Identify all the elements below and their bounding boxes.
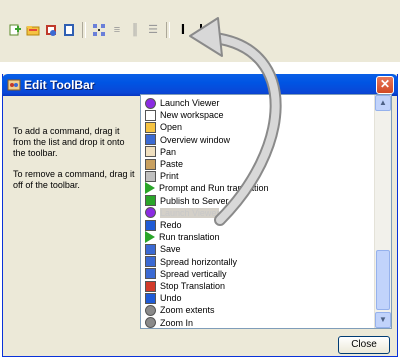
zoom-icon[interactable]	[92, 23, 106, 37]
list-item[interactable]: New workspace	[145, 109, 224, 121]
close-button[interactable]: Close	[338, 336, 390, 354]
list-item-label: New workspace	[160, 110, 224, 121]
scroll-thumb[interactable]	[376, 250, 390, 310]
zoom-extents-icon	[145, 304, 156, 316]
scroll-up-button[interactable]: ▲	[375, 95, 391, 111]
edit-toolbar-dialog: Edit ToolBar ✕ To add a command, drag it…	[2, 74, 398, 357]
pan-icon	[145, 146, 156, 158]
list-item[interactable]: Prompt and Run translation	[145, 182, 269, 195]
list-item[interactable]: Paste	[145, 158, 183, 170]
vertical-scrollbar[interactable]: ▲ ▼	[374, 95, 391, 328]
list-item-label: Zoom In	[160, 317, 194, 328]
open-icon	[145, 121, 156, 133]
list-item-label: Zoom extents	[160, 305, 215, 316]
list-item[interactable]: Pan	[145, 146, 176, 158]
list-item[interactable]: Open	[145, 121, 182, 133]
prompt-run-icon	[145, 182, 155, 195]
app-toolbar: ≡ ║ ☰ I	[0, 0, 400, 63]
dialog-titlebar[interactable]: Edit ToolBar ✕	[2, 74, 398, 96]
list-item[interactable]: Spread vertically	[145, 268, 227, 280]
remove-instruction: To remove a command, drag it off of the …	[13, 169, 135, 190]
list-item-label: Run translation	[159, 232, 220, 243]
add-instruction: To add a command, drag it from the list …	[13, 126, 125, 158]
overview-icon	[145, 134, 156, 146]
close-icon[interactable]: ✕	[376, 76, 394, 94]
paste-icon	[145, 158, 156, 170]
app-icon	[7, 78, 21, 92]
list-item[interactable]: Save	[145, 243, 181, 255]
print-icon	[145, 170, 156, 182]
undo-icon	[145, 292, 156, 304]
spread-h-icon	[145, 256, 156, 268]
stop-icon	[145, 280, 156, 292]
spread-v-icon	[145, 268, 156, 280]
list-item-label: Paste	[160, 159, 184, 169]
list-item-label: Prompt and Run translation	[159, 183, 269, 194]
list-item-label: Overview window	[160, 134, 231, 145]
viewer-icon	[145, 207, 156, 219]
list-item[interactable]: Run translation	[145, 231, 220, 244]
list-item[interactable]: Overview window	[145, 134, 230, 146]
toolbar-icons: ≡ ║ ☰ I	[8, 22, 208, 38]
text-cursor-icon[interactable]: I	[176, 22, 190, 37]
list-item-label: Stop Translation	[160, 281, 226, 291]
arrow-down-icon[interactable]	[194, 23, 208, 37]
align-icon[interactable]: ☰	[146, 23, 160, 37]
list-item[interactable]: Redo	[145, 219, 182, 231]
list-item[interactable]: Publish to Server	[145, 195, 229, 207]
list-item-label: Publish to Server	[160, 195, 229, 206]
list-item[interactable]: Zoom extents	[145, 304, 215, 316]
toolbar-separator	[166, 22, 170, 38]
viewer-icon	[145, 97, 156, 109]
new-workspace-icon	[145, 109, 156, 121]
new-icon[interactable]	[8, 23, 22, 37]
list-item-label: Pan	[160, 146, 177, 157]
folder-icon[interactable]	[26, 23, 40, 37]
spread-v-icon[interactable]: ║	[128, 23, 142, 37]
toolbar-separator	[82, 22, 86, 38]
save-icon	[145, 243, 156, 255]
zoom-in-icon	[145, 317, 156, 328]
list-item[interactable]: Zoom In	[145, 317, 194, 328]
list-item[interactable]: Spread horizontally	[145, 256, 237, 268]
list-item-label: Spread vertically	[160, 268, 227, 279]
list-item[interactable]: Undo	[145, 292, 182, 304]
spread-h-icon[interactable]: ≡	[110, 23, 124, 37]
list-item-label: Undo	[160, 293, 182, 304]
list-item[interactable]: Launch Viewer	[145, 207, 220, 219]
doc-icon[interactable]	[62, 23, 76, 37]
list-item[interactable]: Launch Viewer	[145, 97, 219, 109]
list-item-label: Launch Viewer	[160, 207, 220, 218]
publish-icon	[145, 195, 156, 207]
list-item[interactable]: Print	[145, 170, 179, 182]
scroll-down-button[interactable]: ▼	[375, 312, 391, 328]
command-list[interactable]: Zoom In Zoom extents Undo Stop Translation S…	[140, 94, 392, 329]
run-icon	[145, 231, 155, 244]
book-icon[interactable]	[44, 23, 58, 37]
list-item-label: Save	[160, 244, 181, 255]
list-item-label: Print	[160, 171, 179, 182]
list-item-label: Launch Viewer	[160, 98, 220, 108]
list-item-label: Redo	[160, 220, 182, 230]
redo-icon	[145, 219, 156, 231]
instructions: To add a command, drag it from the list …	[13, 126, 138, 201]
list-item-label: Spread horizontally	[160, 256, 238, 267]
dialog-title: Edit ToolBar	[24, 78, 95, 92]
list-item-label: Open	[160, 122, 183, 133]
list-item[interactable]: Stop Translation	[145, 280, 225, 292]
